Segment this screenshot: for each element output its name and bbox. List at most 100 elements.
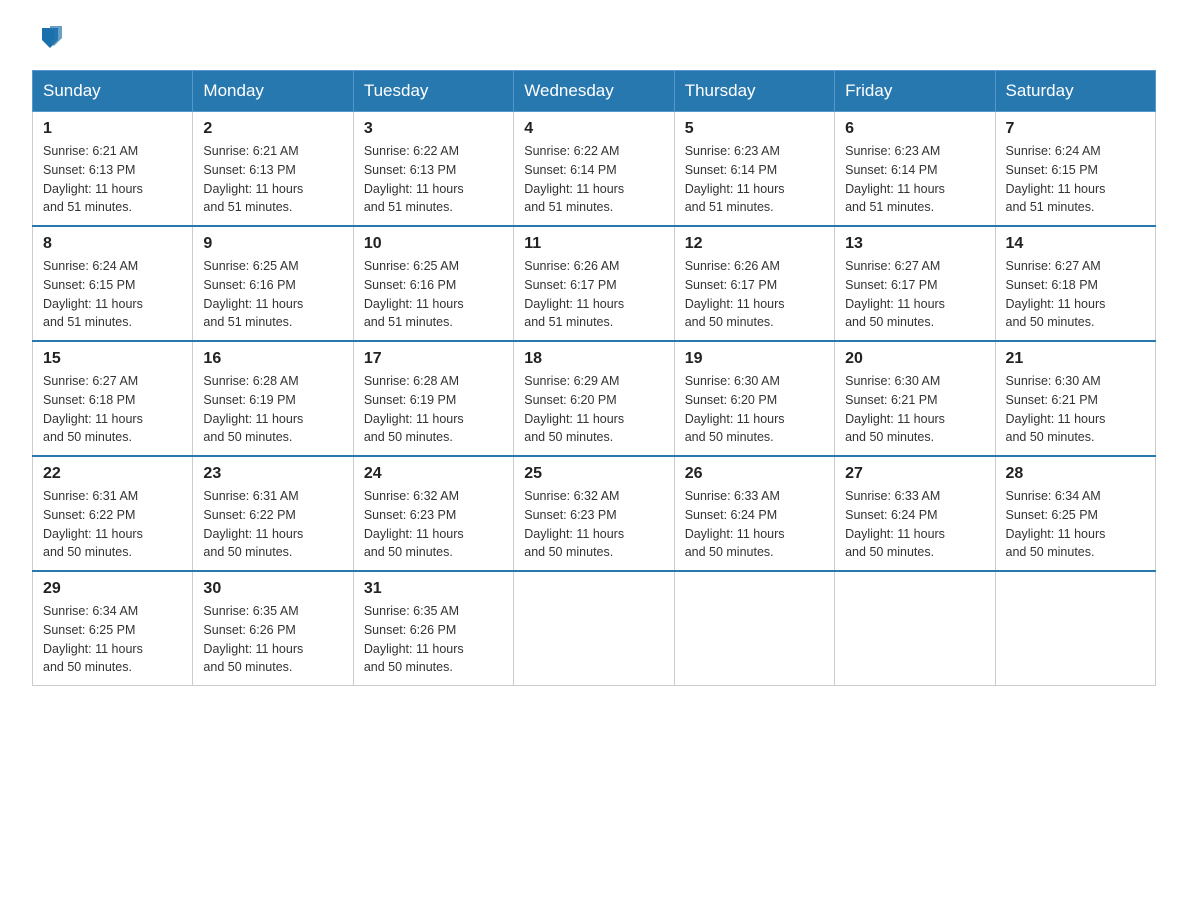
calendar-cell: 2 Sunrise: 6:21 AMSunset: 6:13 PMDaylight… xyxy=(193,112,353,227)
day-number: 27 xyxy=(845,465,984,483)
day-info: Sunrise: 6:33 AMSunset: 6:24 PMDaylight:… xyxy=(685,487,824,562)
calendar-week-row: 8 Sunrise: 6:24 AMSunset: 6:15 PMDaylight… xyxy=(33,226,1156,341)
day-info: Sunrise: 6:28 AMSunset: 6:19 PMDaylight:… xyxy=(203,372,342,447)
calendar-cell: 29Sunrise: 6:34 AMSunset: 6:25 PMDayligh… xyxy=(33,571,193,686)
calendar-cell xyxy=(514,571,674,686)
calendar-cell xyxy=(674,571,834,686)
day-number: 17 xyxy=(364,350,503,368)
calendar-cell: 17 Sunrise: 6:28 AMSunset: 6:19 PMDayligh… xyxy=(353,341,513,456)
day-number: 14 xyxy=(1006,235,1145,253)
calendar-cell: 12 Sunrise: 6:26 AMSunset: 6:17 PMDayligh… xyxy=(674,226,834,341)
day-info: Sunrise: 6:25 AMSunset: 6:16 PMDaylight:… xyxy=(364,257,503,332)
calendar-cell: 5 Sunrise: 6:23 AMSunset: 6:14 PMDaylight… xyxy=(674,112,834,227)
calendar-cell xyxy=(995,571,1155,686)
calendar-cell: 30 Sunrise: 6:35 AMSunset: 6:26 PMDayligh… xyxy=(193,571,353,686)
day-info: Sunrise: 6:32 AMSunset: 6:23 PMDaylight:… xyxy=(524,487,663,562)
day-number: 11 xyxy=(524,235,663,253)
calendar-cell: 7 Sunrise: 6:24 AMSunset: 6:15 PMDaylight… xyxy=(995,112,1155,227)
day-number: 7 xyxy=(1006,120,1145,138)
weekday-header-friday: Friday xyxy=(835,71,995,112)
day-info: Sunrise: 6:31 AMSunset: 6:22 PMDaylight:… xyxy=(203,487,342,562)
day-number: 23 xyxy=(203,465,342,483)
day-info: Sunrise: 6:34 AMSunset: 6:25 PMDaylight:… xyxy=(1006,487,1145,562)
day-number: 31 xyxy=(364,580,503,598)
day-info: Sunrise: 6:24 AMSunset: 6:15 PMDaylight:… xyxy=(43,257,182,332)
weekday-header-saturday: Saturday xyxy=(995,71,1155,112)
calendar-cell: 8 Sunrise: 6:24 AMSunset: 6:15 PMDaylight… xyxy=(33,226,193,341)
day-info: Sunrise: 6:23 AMSunset: 6:14 PMDaylight:… xyxy=(685,142,824,217)
weekday-header-wednesday: Wednesday xyxy=(514,71,674,112)
calendar-cell: 27 Sunrise: 6:33 AMSunset: 6:24 PMDayligh… xyxy=(835,456,995,571)
logo xyxy=(32,24,66,46)
day-info: Sunrise: 6:26 AMSunset: 6:17 PMDaylight:… xyxy=(685,257,824,332)
day-info: Sunrise: 6:31 AMSunset: 6:22 PMDaylight:… xyxy=(43,487,182,562)
day-number: 20 xyxy=(845,350,984,368)
calendar-cell: 6Sunrise: 6:23 AMSunset: 6:14 PMDaylight… xyxy=(835,112,995,227)
day-info: Sunrise: 6:21 AMSunset: 6:13 PMDaylight:… xyxy=(203,142,342,217)
day-number: 25 xyxy=(524,465,663,483)
calendar-cell: 25 Sunrise: 6:32 AMSunset: 6:23 PMDayligh… xyxy=(514,456,674,571)
day-number: 12 xyxy=(685,235,824,253)
day-number: 4 xyxy=(524,120,663,138)
calendar-cell: 18 Sunrise: 6:29 AMSunset: 6:20 PMDayligh… xyxy=(514,341,674,456)
weekday-header-row: SundayMondayTuesdayWednesdayThursdayFrid… xyxy=(33,71,1156,112)
calendar-cell: 14Sunrise: 6:27 AMSunset: 6:18 PMDayligh… xyxy=(995,226,1155,341)
day-info: Sunrise: 6:27 AMSunset: 6:18 PMDaylight:… xyxy=(43,372,182,447)
calendar-cell: 21 Sunrise: 6:30 AMSunset: 6:21 PMDayligh… xyxy=(995,341,1155,456)
day-number: 3 xyxy=(364,120,503,138)
day-number: 8 xyxy=(43,235,182,253)
day-number: 6 xyxy=(845,120,984,138)
calendar-cell: 24 Sunrise: 6:32 AMSunset: 6:23 PMDayligh… xyxy=(353,456,513,571)
day-info: Sunrise: 6:30 AMSunset: 6:21 PMDaylight:… xyxy=(845,372,984,447)
calendar-cell: 22 Sunrise: 6:31 AMSunset: 6:22 PMDayligh… xyxy=(33,456,193,571)
calendar-cell: 16 Sunrise: 6:28 AMSunset: 6:19 PMDayligh… xyxy=(193,341,353,456)
day-number: 1 xyxy=(43,120,182,138)
day-info: Sunrise: 6:25 AMSunset: 6:16 PMDaylight:… xyxy=(203,257,342,332)
day-info: Sunrise: 6:22 AMSunset: 6:13 PMDaylight:… xyxy=(364,142,503,217)
calendar-cell: 31 Sunrise: 6:35 AMSunset: 6:26 PMDayligh… xyxy=(353,571,513,686)
calendar-cell: 15 Sunrise: 6:27 AMSunset: 6:18 PMDayligh… xyxy=(33,341,193,456)
day-info: Sunrise: 6:33 AMSunset: 6:24 PMDaylight:… xyxy=(845,487,984,562)
day-number: 19 xyxy=(685,350,824,368)
calendar-week-row: 1 Sunrise: 6:21 AMSunset: 6:13 PMDaylight… xyxy=(33,112,1156,227)
day-number: 10 xyxy=(364,235,503,253)
calendar-table: SundayMondayTuesdayWednesdayThursdayFrid… xyxy=(32,70,1156,686)
calendar-cell: 23 Sunrise: 6:31 AMSunset: 6:22 PMDayligh… xyxy=(193,456,353,571)
day-info: Sunrise: 6:27 AMSunset: 6:17 PMDaylight:… xyxy=(845,257,984,332)
day-number: 16 xyxy=(203,350,342,368)
calendar-cell: 19Sunrise: 6:30 AMSunset: 6:20 PMDayligh… xyxy=(674,341,834,456)
day-info: Sunrise: 6:24 AMSunset: 6:15 PMDaylight:… xyxy=(1006,142,1145,217)
day-number: 29 xyxy=(43,580,182,598)
day-info: Sunrise: 6:26 AMSunset: 6:17 PMDaylight:… xyxy=(524,257,663,332)
day-info: Sunrise: 6:22 AMSunset: 6:14 PMDaylight:… xyxy=(524,142,663,217)
weekday-header-monday: Monday xyxy=(193,71,353,112)
day-info: Sunrise: 6:35 AMSunset: 6:26 PMDaylight:… xyxy=(364,602,503,677)
day-info: Sunrise: 6:28 AMSunset: 6:19 PMDaylight:… xyxy=(364,372,503,447)
calendar-week-row: 29Sunrise: 6:34 AMSunset: 6:25 PMDayligh… xyxy=(33,571,1156,686)
weekday-header-thursday: Thursday xyxy=(674,71,834,112)
calendar-cell: 3 Sunrise: 6:22 AMSunset: 6:13 PMDaylight… xyxy=(353,112,513,227)
calendar-cell: 1Sunrise: 6:21 AMSunset: 6:13 PMDaylight… xyxy=(33,112,193,227)
calendar-cell xyxy=(835,571,995,686)
day-number: 28 xyxy=(1006,465,1145,483)
day-number: 2 xyxy=(203,120,342,138)
calendar-cell: 28 Sunrise: 6:34 AMSunset: 6:25 PMDayligh… xyxy=(995,456,1155,571)
day-number: 21 xyxy=(1006,350,1145,368)
calendar-cell: 26 Sunrise: 6:33 AMSunset: 6:24 PMDayligh… xyxy=(674,456,834,571)
day-number: 5 xyxy=(685,120,824,138)
logo-icon xyxy=(34,20,66,52)
day-number: 15 xyxy=(43,350,182,368)
day-number: 24 xyxy=(364,465,503,483)
day-number: 26 xyxy=(685,465,824,483)
calendar-week-row: 22 Sunrise: 6:31 AMSunset: 6:22 PMDayligh… xyxy=(33,456,1156,571)
day-info: Sunrise: 6:29 AMSunset: 6:20 PMDaylight:… xyxy=(524,372,663,447)
day-number: 9 xyxy=(203,235,342,253)
weekday-header-sunday: Sunday xyxy=(33,71,193,112)
calendar-cell: 9 Sunrise: 6:25 AMSunset: 6:16 PMDaylight… xyxy=(193,226,353,341)
day-info: Sunrise: 6:32 AMSunset: 6:23 PMDaylight:… xyxy=(364,487,503,562)
day-number: 18 xyxy=(524,350,663,368)
day-number: 30 xyxy=(203,580,342,598)
day-number: 22 xyxy=(43,465,182,483)
day-info: Sunrise: 6:35 AMSunset: 6:26 PMDaylight:… xyxy=(203,602,342,677)
day-info: Sunrise: 6:30 AMSunset: 6:21 PMDaylight:… xyxy=(1006,372,1145,447)
